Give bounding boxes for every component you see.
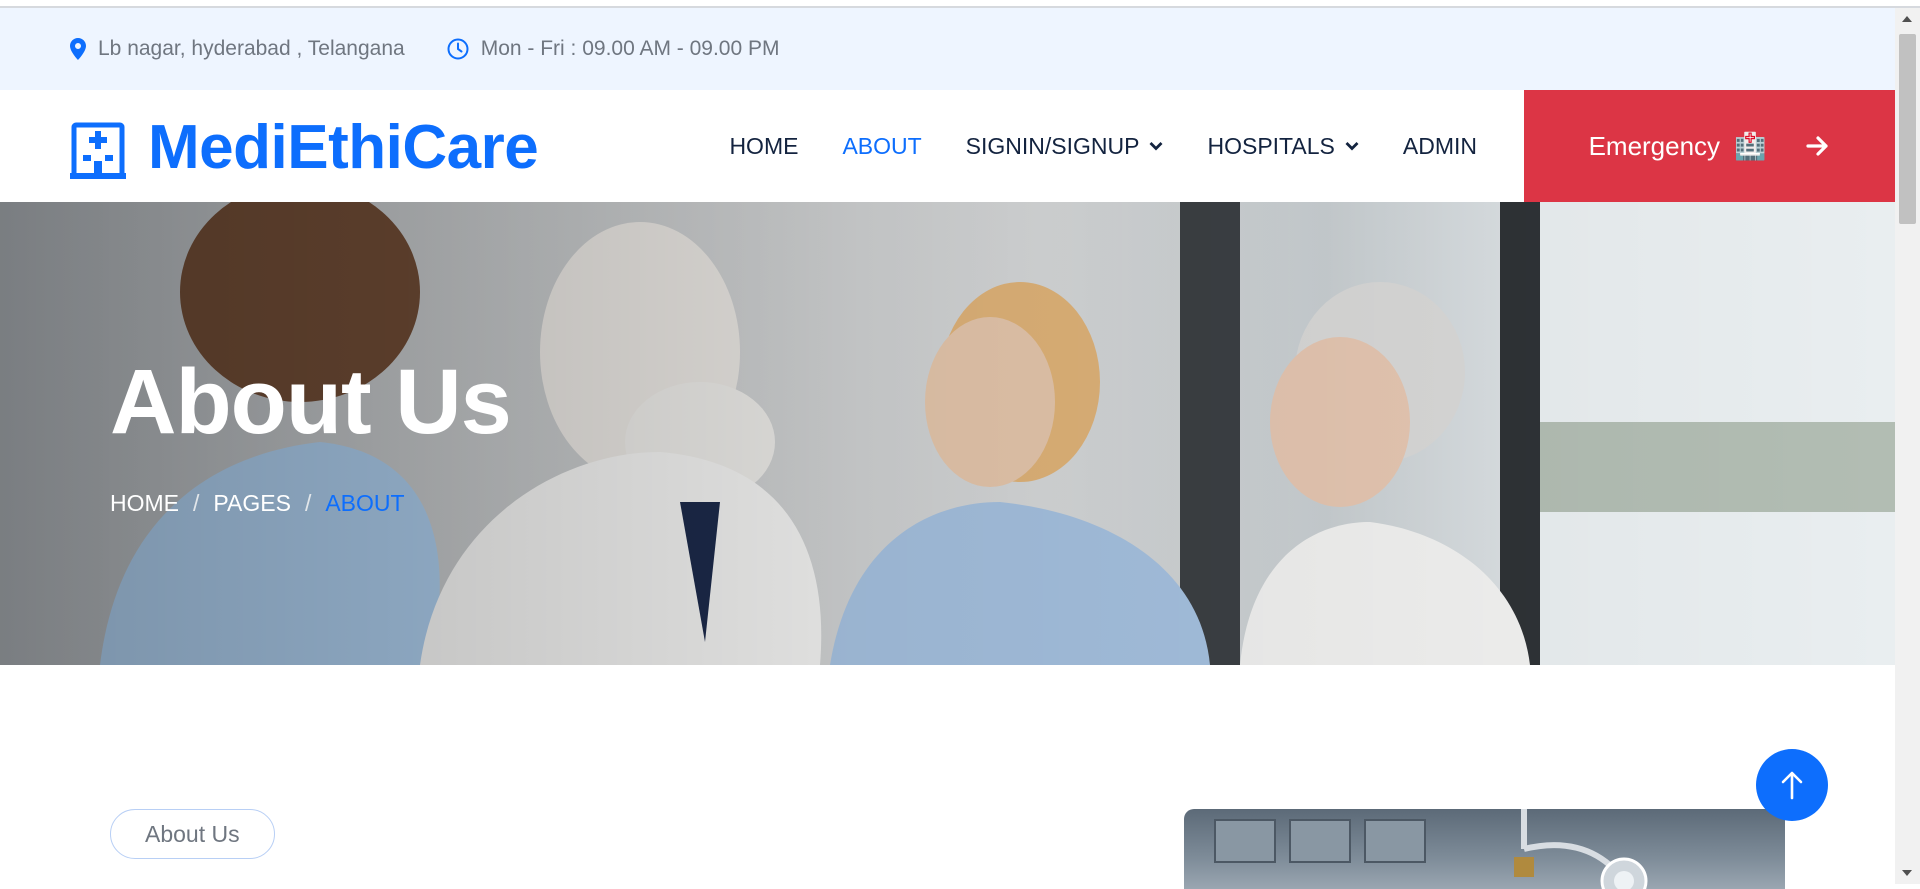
breadcrumb-pages[interactable]: PAGES bbox=[213, 490, 291, 517]
clock-icon bbox=[447, 38, 469, 60]
ceiling-panel bbox=[1214, 819, 1276, 863]
browser-top-border bbox=[0, 0, 1920, 8]
arrow-right-icon bbox=[1806, 136, 1829, 156]
breadcrumb-home[interactable]: HOME bbox=[110, 490, 179, 517]
breadcrumb-separator: / bbox=[304, 490, 312, 516]
chevron-down-icon bbox=[1345, 142, 1359, 151]
breadcrumb-current: ABOUT bbox=[325, 490, 405, 516]
ceiling-panel bbox=[1364, 819, 1426, 863]
back-to-top-button[interactable] bbox=[1756, 749, 1828, 821]
brand-logo-link[interactable]: MediEthiCare bbox=[70, 112, 539, 183]
page-scrollbar[interactable] bbox=[1895, 8, 1920, 884]
ceiling-panel bbox=[1289, 819, 1351, 863]
hospital-building-icon bbox=[70, 122, 126, 179]
scroll-up-arrow-icon[interactable] bbox=[1902, 16, 1912, 22]
nav-item-hospitals[interactable]: HOSPITALS bbox=[1207, 132, 1359, 160]
chevron-down-icon bbox=[1149, 142, 1163, 151]
arrow-up-icon bbox=[1781, 771, 1803, 800]
nav-item-admin[interactable]: ADMIN bbox=[1403, 133, 1477, 160]
nav-about-label: ABOUT bbox=[842, 132, 922, 159]
nav-admin-label: ADMIN bbox=[1402, 132, 1477, 159]
nav-menu: HOME ABOUT SIGNIN/SIGNUP HOSPITALS ADMIN bbox=[685, 90, 1477, 202]
hours-text: Mon - Fri : 09.00 AM - 09.00 PM bbox=[480, 37, 780, 60]
top-info-bar: Lb nagar, hyderabad , Telangana Mon - Fr… bbox=[0, 8, 1895, 90]
address-text: Lb nagar, hyderabad , Telangana bbox=[98, 37, 405, 60]
hero-banner: About Us HOME / PAGES / ABOUT bbox=[0, 202, 1895, 665]
nav-signin-label: SIGNIN/SIGNUP bbox=[965, 132, 1140, 159]
nav-home-label: HOME bbox=[729, 132, 799, 159]
surgical-lamp-graphic bbox=[1514, 809, 1648, 889]
about-image bbox=[1184, 809, 1785, 889]
breadcrumb-separator: / bbox=[193, 490, 200, 516]
scrollbar-thumb[interactable] bbox=[1899, 34, 1916, 224]
emergency-button[interactable]: Emergency 🏥 bbox=[1524, 90, 1895, 202]
nav-item-about[interactable]: ABOUT bbox=[842, 133, 921, 160]
page-title: About Us bbox=[110, 351, 512, 453]
scroll-down-arrow-icon[interactable] bbox=[1902, 870, 1912, 876]
address-info: Lb nagar, hyderabad , Telangana bbox=[70, 37, 405, 61]
section-badge: About Us bbox=[110, 809, 275, 859]
hours-info: Mon - Fri : 09.00 AM - 09.00 PM bbox=[447, 37, 780, 61]
nav-hospitals-label: HOSPITALS bbox=[1207, 132, 1335, 159]
nav-item-signin-signup[interactable]: SIGNIN/SIGNUP bbox=[966, 133, 1164, 160]
breadcrumb: HOME / PAGES / ABOUT bbox=[110, 490, 405, 517]
map-pin-icon bbox=[70, 38, 86, 60]
main-navbar: MediEthiCare HOME ABOUT SIGNIN/SIGNUP HO… bbox=[0, 90, 1895, 202]
nav-item-home[interactable]: HOME bbox=[729, 133, 798, 160]
emergency-label: Emergency bbox=[1588, 130, 1721, 161]
hospital-emoji-icon: 🏥 bbox=[1734, 130, 1767, 161]
about-section: About Us bbox=[0, 665, 1895, 889]
brand-name: MediEthiCare bbox=[148, 113, 539, 182]
